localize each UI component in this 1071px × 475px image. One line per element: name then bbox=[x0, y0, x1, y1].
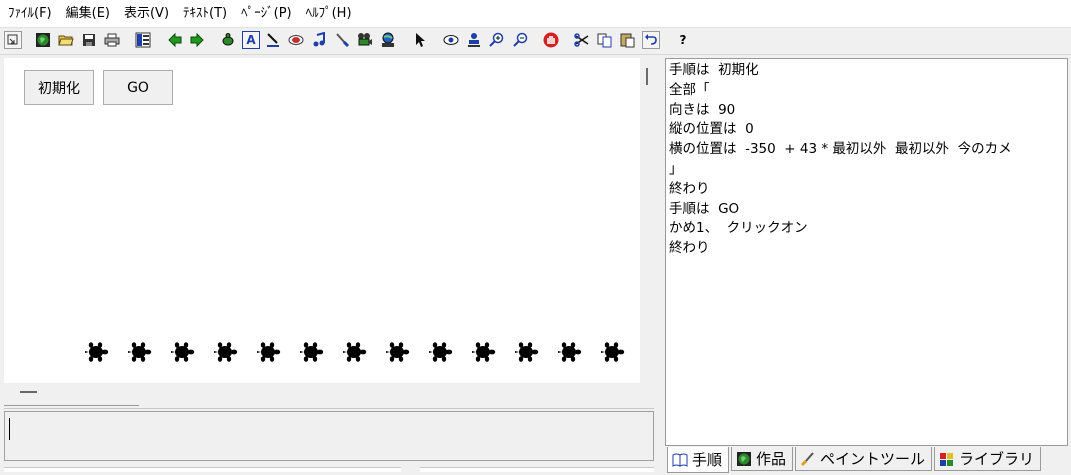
hand-stop-icon[interactable] bbox=[542, 31, 560, 49]
globe-icon bbox=[737, 451, 752, 466]
tab-procedure[interactable]: 手順 bbox=[667, 447, 730, 473]
scissors-icon[interactable] bbox=[573, 31, 591, 49]
init-button[interactable]: 初期化 bbox=[24, 70, 94, 105]
turtle-sprite[interactable] bbox=[84, 341, 110, 363]
code-line: 」 bbox=[669, 160, 683, 177]
copy-icon[interactable] bbox=[596, 31, 614, 49]
panel-tabs: 手順 作品 ペイントツール ライブラリ bbox=[667, 447, 1043, 473]
turtle-sprite[interactable] bbox=[600, 341, 626, 363]
printer-icon[interactable] bbox=[103, 31, 121, 49]
paint-brush-icon[interactable] bbox=[333, 31, 351, 49]
back-arrow-icon[interactable] bbox=[166, 31, 184, 49]
code-line: 全部「 bbox=[669, 81, 710, 98]
tab-library[interactable]: ライブラリ bbox=[934, 447, 1042, 471]
stamp-icon[interactable] bbox=[287, 31, 305, 49]
menu-help[interactable]: ﾍﾙﾌﾟ(H) bbox=[298, 0, 358, 27]
code-editor[interactable]: 手順は 初期化 全部「 向きは 90 縦の位置は 0 横の位置は -350 + … bbox=[665, 58, 1068, 446]
save-disk-icon[interactable] bbox=[80, 31, 98, 49]
tab-works[interactable]: 作品 bbox=[731, 447, 794, 471]
go-button[interactable]: GO bbox=[103, 70, 173, 105]
cursor-arrow-icon[interactable] bbox=[411, 31, 429, 49]
person-icon[interactable] bbox=[465, 31, 483, 49]
divider bbox=[4, 408, 654, 409]
window-restore-icon[interactable] bbox=[4, 31, 22, 49]
globe-icon[interactable] bbox=[34, 31, 52, 49]
turtle-sprite[interactable] bbox=[256, 341, 282, 363]
zoom-in-icon[interactable] bbox=[487, 31, 505, 49]
turtle-sprite[interactable] bbox=[342, 341, 368, 363]
stage-scroll-indicator[interactable] bbox=[646, 68, 648, 85]
world-network-icon[interactable] bbox=[379, 31, 397, 49]
code-line: 終わり bbox=[669, 240, 710, 257]
paint-brush-icon bbox=[800, 451, 814, 466]
menu-bar: ﾌｧｲﾙ(F) 編集(E) 表示(V) ﾃｷｽﾄ(T) ﾍﾟｰｼﾞ(P) ﾍﾙﾌ… bbox=[0, 0, 1071, 28]
menu-text[interactable]: ﾃｷｽﾄ(T) bbox=[175, 0, 233, 27]
help-icon[interactable]: ? bbox=[674, 31, 692, 49]
open-folder-icon[interactable] bbox=[57, 31, 75, 49]
splitter-handle[interactable] bbox=[20, 391, 37, 393]
paste-icon[interactable] bbox=[619, 31, 637, 49]
turtle-sprite[interactable] bbox=[471, 341, 497, 363]
turtle-sprite[interactable] bbox=[213, 341, 239, 363]
horizontal-scrollbar[interactable] bbox=[420, 467, 654, 472]
divider bbox=[4, 405, 139, 406]
stage-canvas[interactable]: 初期化 GO bbox=[4, 58, 640, 383]
movie-camera-icon[interactable] bbox=[356, 31, 374, 49]
music-note-icon[interactable] bbox=[310, 31, 328, 49]
code-line: 縦の位置は 0 bbox=[669, 121, 754, 138]
book-icon bbox=[672, 453, 688, 467]
code-line: 終わり bbox=[669, 180, 710, 197]
menu-page[interactable]: ﾍﾟｰｼﾞ(P) bbox=[233, 0, 297, 27]
code-line: 手順は 初期化 bbox=[669, 62, 759, 78]
menu-view[interactable]: 表示(V) bbox=[116, 0, 175, 27]
text-caret bbox=[9, 418, 10, 440]
text-box-icon[interactable]: A bbox=[242, 31, 260, 49]
layout-icon[interactable] bbox=[134, 31, 152, 49]
turtle-sprite[interactable] bbox=[514, 341, 540, 363]
turtle-sprite[interactable] bbox=[557, 341, 583, 363]
turtle-sprite[interactable] bbox=[428, 341, 454, 363]
turtle-sprite[interactable] bbox=[127, 341, 153, 363]
menu-edit[interactable]: 編集(E) bbox=[58, 0, 116, 27]
turtle-sprite[interactable] bbox=[170, 341, 196, 363]
code-line: かめ1、 クリックオン bbox=[669, 220, 808, 237]
menu-file[interactable]: ﾌｧｲﾙ(F) bbox=[0, 0, 58, 27]
toolbar: A ? bbox=[0, 28, 1071, 55]
pen-tool-icon[interactable] bbox=[264, 31, 282, 49]
zoom-out-icon[interactable] bbox=[511, 31, 529, 49]
code-line: 手順は GO bbox=[669, 200, 740, 217]
undo-icon[interactable] bbox=[642, 31, 660, 49]
eye-icon[interactable] bbox=[442, 31, 460, 49]
message-input[interactable] bbox=[4, 411, 654, 461]
library-icon bbox=[940, 452, 954, 466]
code-line: 横の位置は -350 + 43 * 最初以外 最初以外 今のカメ bbox=[669, 141, 1012, 158]
forward-arrow-icon[interactable] bbox=[188, 31, 206, 49]
turtle-icon[interactable] bbox=[219, 31, 237, 49]
horizontal-scrollbar[interactable] bbox=[4, 467, 401, 472]
tab-paint-tool[interactable]: ペイントツール bbox=[795, 447, 933, 471]
turtle-sprite[interactable] bbox=[385, 341, 411, 363]
code-line: 向きは 90 bbox=[669, 101, 736, 118]
turtle-sprite[interactable] bbox=[299, 341, 325, 363]
